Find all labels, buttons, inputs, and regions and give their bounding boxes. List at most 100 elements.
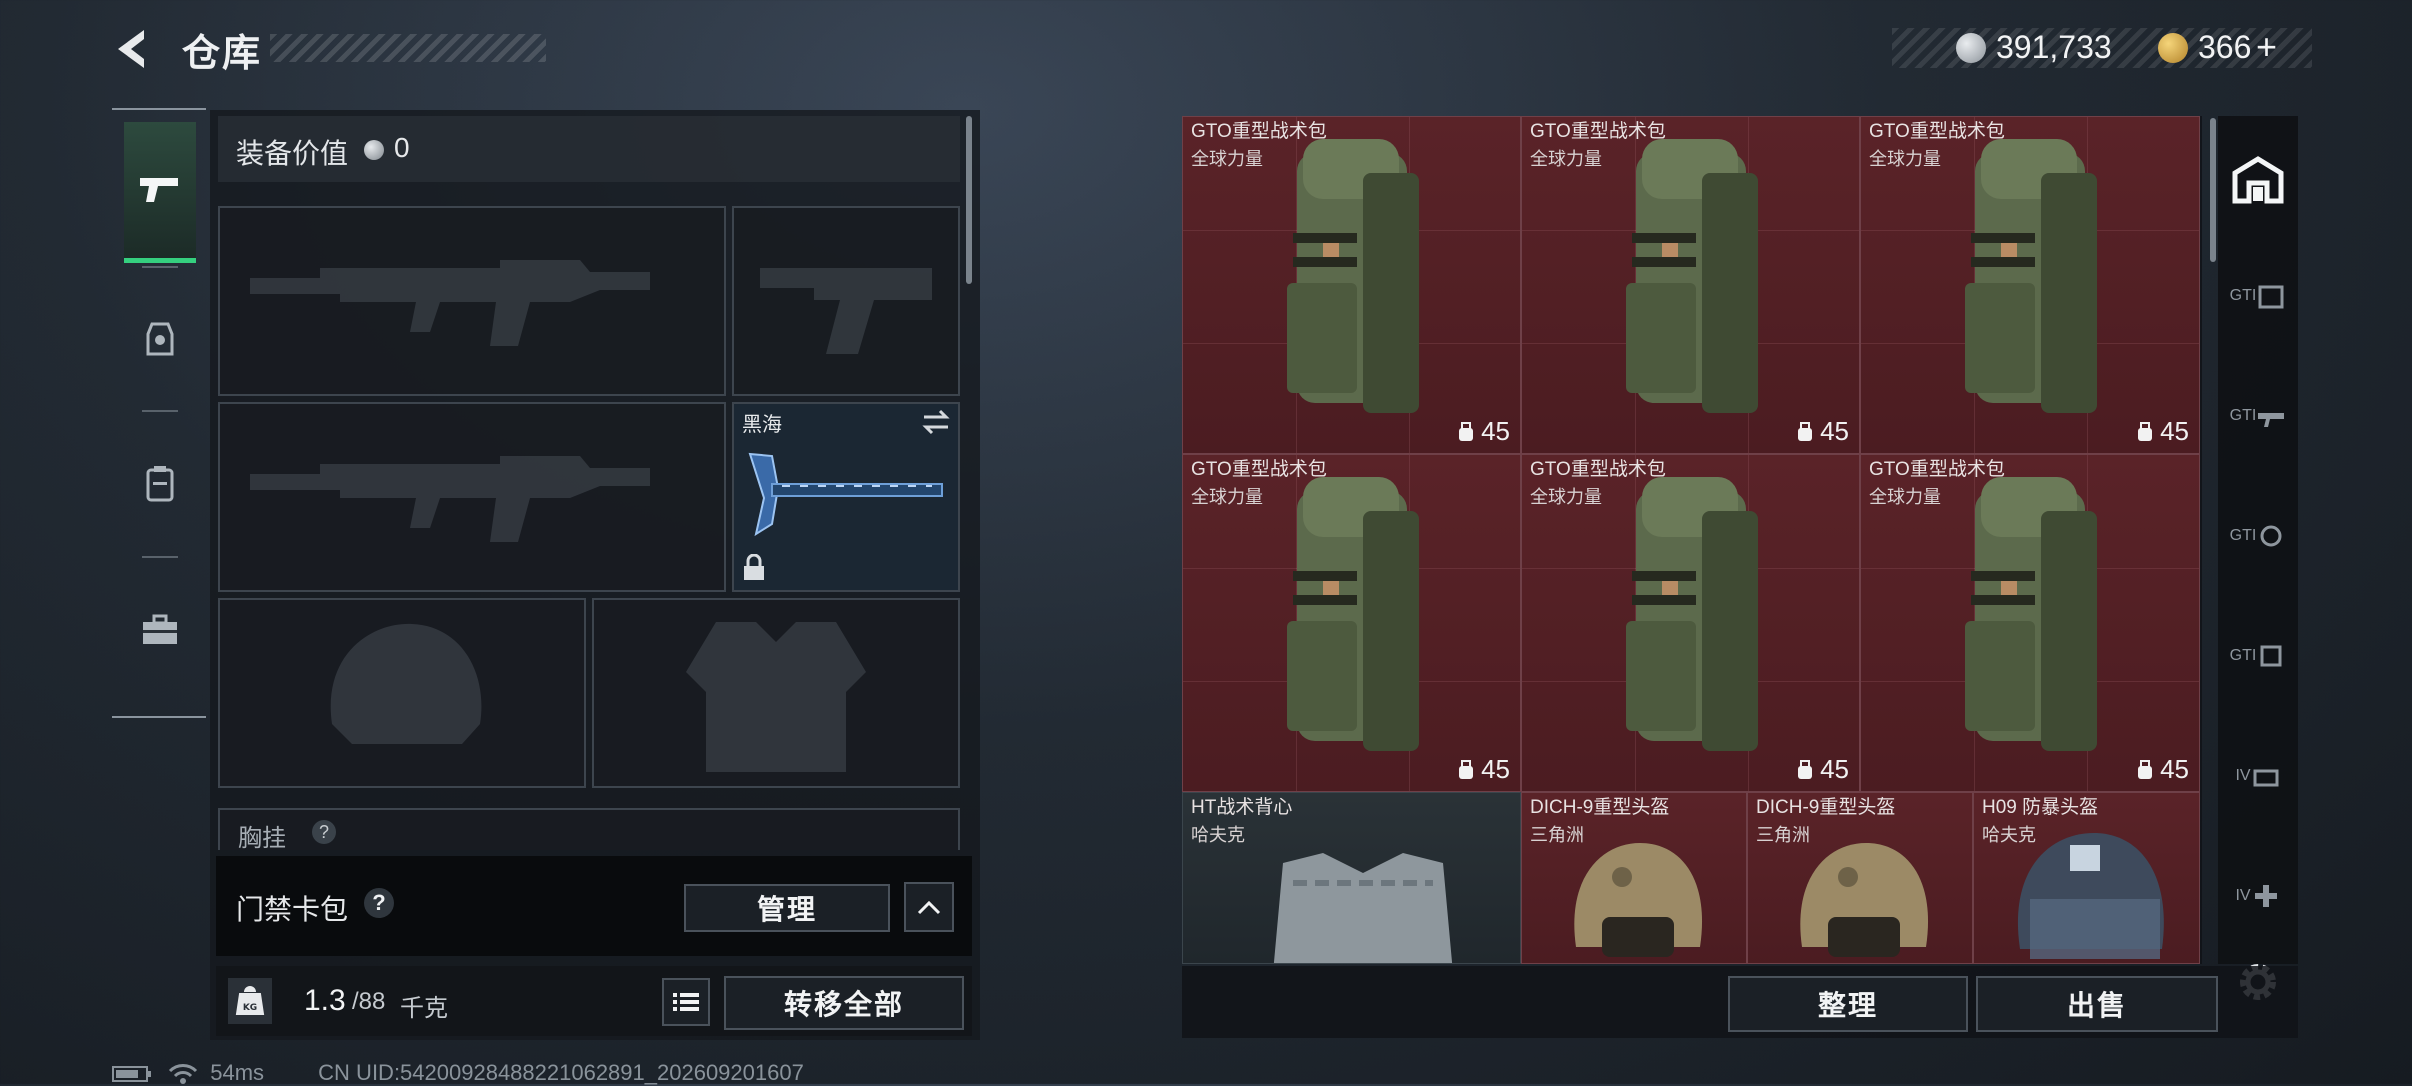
primary-weapon-slot-1[interactable] — [218, 206, 726, 396]
item-capacity-value: 45 — [1481, 754, 1510, 784]
category-tab-6[interactable]: IV — [2222, 856, 2294, 936]
helmet-image-icon — [1574, 843, 1703, 957]
warehouse-grid: GTO重型战术包 全球力量 45 GTO重型战术包 全球力量 45 GTO重型战术包 全球… — [1182, 116, 2202, 964]
rail-tab-weapons[interactable] — [124, 122, 196, 263]
category-tab-5[interactable]: IV — [2222, 736, 2294, 816]
item-faction: 全球力量 — [1191, 149, 1263, 169]
item-faction: 哈夫克 — [1191, 825, 1245, 845]
armor-slot[interactable] — [592, 598, 960, 788]
wifi-icon — [169, 1064, 198, 1085]
capacity-bag-icon — [1798, 760, 1813, 779]
equipment-value-amount: 0 — [394, 132, 410, 163]
item-capacity-value: 45 — [1820, 416, 1849, 446]
item-name: DICH-9重型头盔 — [1756, 797, 1896, 818]
chest-rig-label: 胸挂 — [238, 825, 286, 850]
add-currency-button[interactable]: + — [2256, 26, 2277, 68]
item-capacity: 45 — [1796, 416, 1849, 447]
transfer-all-button[interactable]: 转移全部 — [724, 976, 964, 1030]
rail-tab-equipment[interactable] — [124, 270, 196, 406]
warehouse-item[interactable]: HT战术背心 哈夫克 — [1182, 792, 1521, 964]
category-all-tab[interactable] — [2222, 140, 2294, 220]
rail-tab-backpack[interactable] — [124, 416, 196, 552]
armor-silhouette-icon — [686, 622, 866, 772]
backpack-icon — [146, 466, 174, 502]
gold-coin-icon — [2158, 33, 2188, 63]
helmet-slot[interactable] — [218, 598, 586, 788]
warehouse-item[interactable]: DICH-9重型头盔 三角洲 — [1747, 792, 1973, 964]
gear-armor-icon — [2253, 769, 2279, 787]
manage-button[interactable]: 管理 — [684, 884, 890, 932]
rifle-silhouette-icon — [250, 456, 650, 542]
loadout-category-rail — [112, 108, 206, 718]
card-pack-help-icon[interactable]: ? — [364, 888, 394, 918]
melee-slot[interactable]: 黑海 — [732, 402, 960, 592]
warehouse-scrollbar[interactable] — [2210, 118, 2216, 262]
value-coin-icon — [364, 140, 384, 160]
warehouse-item[interactable]: GTO重型战术包 全球力量 45 — [1860, 116, 2200, 454]
helmet-image-icon — [1800, 843, 1929, 957]
warehouse-item[interactable]: GTO重型战术包 全球力量 45 — [1860, 454, 2200, 792]
item-capacity-value: 45 — [2160, 416, 2189, 446]
category-tab-4[interactable]: GTI — [2222, 616, 2294, 696]
warehouse-item[interactable]: GTO重型战术包 全球力量 45 — [1521, 454, 1860, 792]
pistol-icon — [140, 178, 178, 202]
capacity-bag-icon — [1459, 422, 1474, 441]
item-name: H09 防暴头盔 — [1982, 797, 2099, 818]
list-view-button[interactable] — [662, 978, 710, 1026]
silver-coin-icon — [1956, 33, 1986, 63]
helmet-armor-icon — [146, 322, 174, 356]
chevron-up-icon — [917, 900, 941, 915]
sidearm-slot[interactable] — [732, 206, 960, 396]
item-name: GTO重型战术包 — [1191, 459, 1327, 480]
category-tab-4-label: GTI — [2229, 647, 2257, 664]
capacity-bag-icon — [2138, 422, 2153, 441]
item-capacity-value: 45 — [2160, 754, 2189, 784]
item-capacity-value: 45 — [1481, 416, 1510, 446]
silver-currency-amount: 391,733 — [1996, 29, 2112, 65]
category-tab-1[interactable]: GTI — [2222, 256, 2294, 336]
pistol-silhouette-icon — [760, 268, 932, 354]
rail-tab-case[interactable] — [124, 562, 196, 698]
medical-icon — [2254, 885, 2277, 907]
loadout-scrollbar[interactable] — [966, 116, 972, 284]
item-name: GTO重型战术包 — [1869, 121, 2005, 142]
warehouse-item[interactable]: H09 防暴头盔 哈夫克 — [1973, 792, 2200, 964]
warehouse-item[interactable]: GTO重型战术包 全球力量 45 — [1182, 116, 1521, 454]
chest-rig-slot[interactable]: 胸挂 ? — [218, 808, 960, 850]
chest-rig-help-icon[interactable]: ? — [312, 820, 336, 844]
gold-currency-amount: 366 — [2198, 29, 2252, 65]
item-faction: 全球力量 — [1530, 149, 1602, 169]
cube-icon — [2258, 285, 2284, 309]
access-card-pack-bar: 门禁卡包 ? 管理 — [216, 856, 972, 956]
warehouse-icon — [2232, 156, 2284, 204]
category-tab-3-label: GTI — [2229, 527, 2257, 544]
melee-name: 黑海 — [742, 414, 782, 436]
item-name: GTO重型战术包 — [1530, 121, 1666, 142]
warehouse-item[interactable]: GTO重型战术包 全球力量 45 — [1182, 454, 1521, 792]
item-name: GTO重型战术包 — [1869, 459, 2005, 480]
sell-button[interactable]: 出售 — [1976, 976, 2218, 1032]
item-capacity-value: 45 — [1820, 754, 1849, 784]
tomahawk-icon — [748, 452, 943, 537]
category-tab-3[interactable]: GTI — [2222, 496, 2294, 576]
warehouse-item[interactable]: DICH-9重型头盔 三角洲 — [1521, 792, 1747, 964]
category-tab-2-label: GTI — [2229, 407, 2257, 424]
weight-icon: KG — [228, 978, 272, 1024]
weight-max: /88 — [352, 988, 386, 1015]
category-tab-1-label: GTI — [2229, 287, 2257, 304]
collapse-button[interactable] — [904, 882, 954, 932]
sort-button[interactable]: 整理 — [1728, 976, 1968, 1032]
item-faction: 全球力量 — [1191, 487, 1263, 507]
swap-icon[interactable] — [920, 408, 952, 436]
category-tab-5-label: IV — [2235, 767, 2251, 784]
warehouse-item[interactable]: GTO重型战术包 全球力量 45 — [1521, 116, 1860, 454]
item-capacity: 45 — [1796, 754, 1849, 785]
back-arrow-icon[interactable] — [112, 26, 152, 72]
item-name: HT战术背心 — [1191, 797, 1293, 818]
item-faction: 全球力量 — [1530, 487, 1602, 507]
primary-weapon-slot-2[interactable] — [218, 402, 726, 592]
briefcase-icon — [143, 614, 177, 644]
backpack-image-icon — [1287, 477, 1419, 751]
category-tab-2[interactable]: GTI — [2222, 376, 2294, 456]
item-name: GTO重型战术包 — [1530, 459, 1666, 480]
